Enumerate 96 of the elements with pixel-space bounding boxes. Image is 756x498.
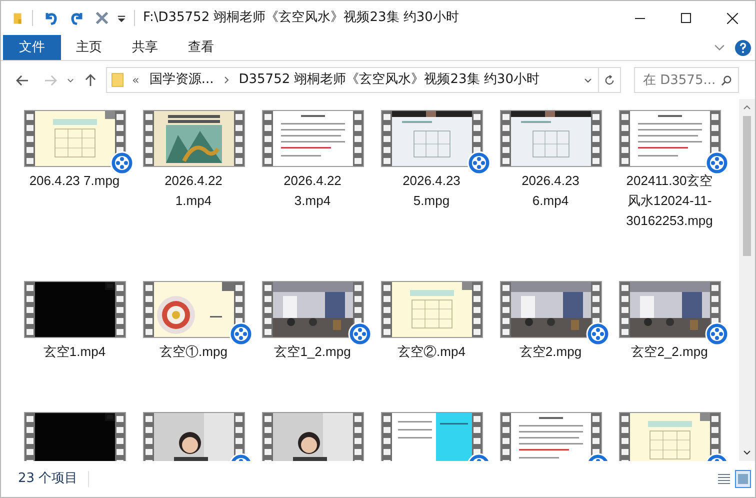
ribbon-tab[interactable]: 共享 — [117, 35, 173, 60]
search-icon — [721, 74, 732, 86]
film-sprocket-drawing — [472, 282, 482, 337]
chevron-down-icon[interactable] — [584, 78, 592, 82]
ribbon-tab[interactable]: 查看 — [173, 35, 229, 60]
scroll-up-icon[interactable] — [743, 105, 751, 110]
video-thumbnail[interactable] — [24, 412, 126, 461]
video-thumbnail[interactable] — [24, 281, 126, 338]
address-bar[interactable]: « 国学资源... D35752 翊桐老师《玄空风水》视频23集 约30小时 — [106, 67, 621, 93]
undo-icon[interactable] — [43, 10, 59, 26]
overflow-chevron[interactable]: « — [132, 71, 140, 89]
video-thumbnail[interactable] — [500, 110, 602, 167]
film-sprocket-drawing — [620, 282, 630, 337]
help-icon[interactable] — [735, 40, 751, 56]
film-sprocket-drawing — [590, 111, 600, 166]
details-view-icon[interactable] — [717, 472, 731, 486]
forward-arrow-icon — [44, 74, 56, 86]
recent-locations-icon[interactable] — [67, 78, 74, 82]
film-sprocket-drawing — [500, 413, 510, 461]
film-sprocket-drawing — [114, 282, 124, 337]
up-arrow-icon — [84, 74, 96, 86]
ribbon-tab[interactable]: 主页 — [61, 35, 117, 60]
video-thumbnail[interactable] — [380, 110, 482, 167]
media-player-icon — [704, 151, 728, 175]
video-thumbnail[interactable] — [618, 412, 720, 461]
video-thumbnail[interactable] — [500, 281, 602, 338]
chevron-down-icon[interactable] — [714, 44, 725, 51]
film-sprocket-drawing — [262, 282, 272, 337]
thumbnail-view-icon[interactable] — [735, 470, 751, 488]
film-sprocket-drawing — [500, 111, 510, 166]
file-name: 玄空②.mp4 — [398, 343, 466, 361]
scroll-thumb[interactable] — [743, 116, 751, 256]
file-name: 玄空1_2.mpg — [274, 343, 351, 361]
close-icon — [726, 12, 738, 24]
chevron-right-icon[interactable] — [224, 76, 229, 84]
film-sprocket-drawing — [262, 111, 272, 166]
film-sprocket-drawing — [352, 111, 362, 166]
breadcrumb[interactable]: D35752 翊桐老师《玄空风水》视频23集 约30小时 — [238, 70, 540, 90]
film-sprocket-drawing — [234, 111, 244, 166]
file-name: 2026.4.23 5.mpg — [402, 172, 462, 210]
video-thumbnail[interactable] — [24, 110, 126, 167]
video-thumbnail[interactable] — [142, 110, 244, 167]
film-sprocket-drawing — [262, 413, 272, 461]
film-sprocket-drawing — [24, 282, 34, 337]
film-sprocket-drawing — [144, 282, 154, 337]
breadcrumb[interactable]: 国学资源... — [149, 70, 214, 90]
film-sprocket-drawing — [352, 413, 362, 461]
back-arrow-icon — [16, 74, 28, 86]
file-name: 玄空1.mp4 — [43, 343, 106, 361]
film-sprocket-drawing — [144, 111, 154, 166]
video-thumbnail[interactable] — [262, 412, 364, 461]
item-count: 23 个项目 — [18, 470, 78, 488]
media-player-icon — [228, 322, 252, 346]
film-sprocket-drawing — [24, 111, 34, 166]
folder-icon — [111, 72, 124, 88]
video-thumbnail[interactable] — [380, 412, 482, 461]
media-player-icon — [348, 322, 372, 346]
media-player-icon — [110, 151, 134, 175]
file-name: 206.4.23 7.mpg — [29, 172, 120, 190]
file-name: 2026.4.23 6.mp4 — [520, 172, 580, 210]
film-sprocket-drawing — [382, 282, 392, 337]
video-thumbnail[interactable] — [618, 281, 720, 338]
file-name: 202411.30玄空风水12024-11-30162253.mpg — [625, 172, 714, 230]
film-sprocket-drawing — [500, 282, 510, 337]
media-player-icon — [466, 151, 490, 175]
refresh-icon[interactable] — [604, 74, 615, 86]
video-thumbnail[interactable] — [500, 412, 602, 461]
file-name: 玄空2.mpg — [519, 343, 582, 361]
window-title: F:\D35752 翊桐老师《玄空风水》视频23集 约30小时 — [143, 9, 459, 28]
media-player-icon — [586, 322, 610, 346]
media-player-icon — [704, 322, 728, 346]
file-name: 2026.4.22 3.mp4 — [282, 172, 342, 210]
video-thumbnail[interactable] — [380, 281, 482, 338]
ribbon-tab[interactable]: 文件 — [3, 35, 61, 60]
video-thumbnail[interactable] — [142, 412, 244, 461]
film-sprocket-drawing — [144, 413, 154, 461]
dropdown-icon[interactable] — [117, 14, 126, 22]
redo-icon[interactable] — [69, 10, 85, 26]
file-name: 玄空2_2.mpg — [631, 343, 708, 361]
delete-icon[interactable] — [95, 11, 109, 25]
video-thumbnail[interactable] — [262, 281, 364, 338]
film-sprocket-drawing — [382, 111, 392, 166]
video-thumbnail[interactable] — [142, 281, 244, 338]
file-name: 2026.4.22 1.mp4 — [164, 172, 224, 210]
film-sprocket-drawing — [620, 111, 630, 166]
file-name: 玄空①.mpg — [160, 343, 228, 361]
film-sprocket-drawing — [114, 413, 124, 461]
film-sprocket-drawing — [24, 413, 34, 461]
film-sprocket-drawing — [382, 413, 392, 461]
video-thumbnail[interactable] — [618, 110, 720, 167]
search-field[interactable]: 在 D3575... — [634, 67, 739, 94]
video-thumbnail[interactable] — [262, 110, 364, 167]
scroll-down-icon[interactable] — [743, 450, 751, 455]
scrollbar[interactable] — [739, 99, 755, 461]
maximize-icon — [681, 13, 691, 23]
film-sprocket-drawing — [620, 413, 630, 461]
